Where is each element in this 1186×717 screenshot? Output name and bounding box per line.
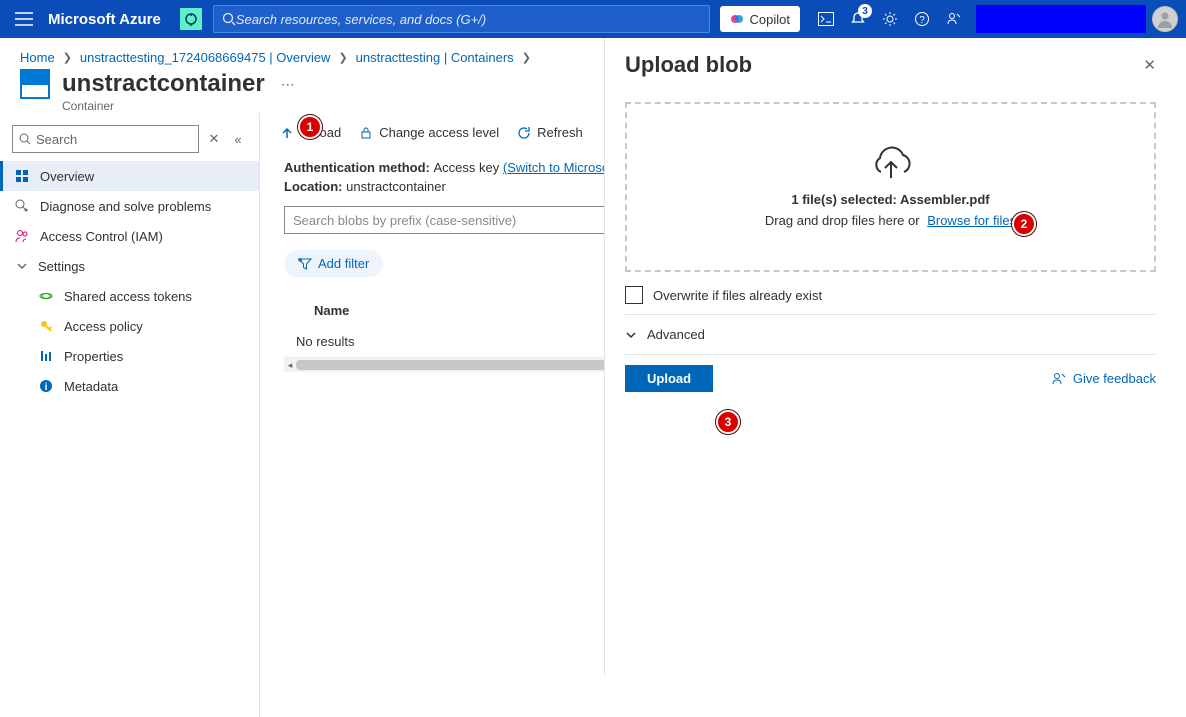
annotation-1: 1 bbox=[298, 115, 322, 139]
scroll-thumb[interactable] bbox=[296, 360, 626, 370]
nav-metadata[interactable]: i Metadata bbox=[0, 371, 259, 401]
search-icon bbox=[222, 12, 236, 26]
top-icon-tray: 3 ? bbox=[810, 0, 970, 38]
refresh-label: Refresh bbox=[537, 125, 583, 140]
svg-text:?: ? bbox=[919, 15, 925, 26]
account-redacted[interactable] bbox=[976, 5, 1146, 33]
sas-icon bbox=[38, 288, 54, 304]
location-label: Location: bbox=[284, 179, 343, 194]
crumb-containers[interactable]: unstracttesting | Containers bbox=[356, 50, 514, 65]
location-value: unstractcontainer bbox=[346, 179, 446, 194]
blob-search-placeholder: Search blobs by prefix (case-sensitive) bbox=[293, 213, 516, 228]
feedback-icon bbox=[1051, 372, 1067, 386]
overwrite-option: Overwrite if files already exist bbox=[605, 272, 1176, 314]
nav-diagnose[interactable]: Diagnose and solve problems bbox=[0, 191, 259, 221]
crumb-resource-group[interactable]: unstracttesting_1724068669475 | Overview bbox=[80, 50, 331, 65]
azure-top-bar: Microsoft Azure Copilot 3 ? bbox=[0, 0, 1186, 38]
overwrite-checkbox[interactable] bbox=[625, 286, 643, 304]
nav-policy-label: Access policy bbox=[64, 319, 143, 334]
close-panel-button[interactable]: ✕ bbox=[1143, 56, 1156, 74]
chevron-right-icon: ❯ bbox=[63, 51, 72, 64]
chevron-right-icon: ❯ bbox=[522, 51, 531, 64]
container-icon bbox=[20, 69, 50, 99]
copilot-button[interactable]: Copilot bbox=[720, 6, 800, 32]
add-filter-button[interactable]: Add filter bbox=[284, 250, 383, 277]
browse-files-link[interactable]: Browse for files bbox=[927, 213, 1016, 228]
annotation-3: 3 bbox=[716, 410, 740, 434]
dropzone-hint: Drag and drop files here or Browse for f… bbox=[765, 213, 1016, 228]
refresh-button[interactable]: Refresh bbox=[517, 125, 583, 140]
key-icon bbox=[38, 318, 54, 334]
clear-sidebar-search[interactable]: ✕ bbox=[205, 131, 223, 147]
page-title: unstractcontainer bbox=[62, 70, 265, 98]
crumb-home[interactable]: Home bbox=[20, 50, 55, 65]
chevron-right-icon: ❯ bbox=[338, 51, 347, 64]
properties-icon bbox=[38, 348, 54, 364]
upload-submit-button[interactable]: Upload bbox=[625, 365, 713, 392]
advanced-label: Advanced bbox=[647, 327, 705, 342]
sidebar: Search ✕ « Overview Diagnose and solve p… bbox=[0, 113, 260, 717]
nav-settings-label: Settings bbox=[38, 259, 85, 274]
more-actions[interactable]: ⋯ bbox=[277, 76, 299, 93]
iam-icon bbox=[14, 228, 30, 244]
overwrite-label: Overwrite if files already exist bbox=[653, 288, 822, 303]
nav-properties[interactable]: Properties bbox=[0, 341, 259, 371]
nav-iam-label: Access Control (IAM) bbox=[40, 229, 163, 244]
nav-overview[interactable]: Overview bbox=[0, 161, 259, 191]
global-search-input[interactable] bbox=[236, 12, 701, 27]
advanced-toggle[interactable]: Advanced bbox=[605, 315, 1176, 354]
feedback-icon[interactable] bbox=[938, 0, 970, 38]
search-icon bbox=[19, 133, 32, 146]
nav-settings-group[interactable]: Settings bbox=[0, 251, 259, 281]
nav-metadata-label: Metadata bbox=[64, 379, 118, 394]
overview-icon bbox=[14, 168, 30, 184]
sidebar-search[interactable]: Search bbox=[12, 125, 199, 153]
nav-policy[interactable]: Access policy bbox=[0, 311, 259, 341]
nav-properties-label: Properties bbox=[64, 349, 123, 364]
diagnose-icon bbox=[14, 198, 30, 214]
panel-title: Upload blob bbox=[625, 52, 752, 78]
nav-sas-label: Shared access tokens bbox=[64, 289, 192, 304]
chevron-down-icon bbox=[625, 329, 637, 341]
settings-icon[interactable] bbox=[874, 0, 906, 38]
give-feedback-link[interactable]: Give feedback bbox=[1051, 371, 1156, 386]
auth-value: Access key bbox=[434, 160, 500, 175]
lock-icon bbox=[359, 126, 373, 140]
files-selected-text: 1 file(s) selected: Assembler.pdf bbox=[791, 192, 989, 207]
nav-diagnose-label: Diagnose and solve problems bbox=[40, 199, 211, 214]
file-dropzone[interactable]: 1 file(s) selected: Assembler.pdf Drag a… bbox=[625, 102, 1156, 272]
upload-blob-panel: Upload blob ✕ 1 file(s) selected: Assemb… bbox=[604, 38, 1176, 676]
change-access-label: Change access level bbox=[379, 125, 499, 140]
dropzone-text: Drag and drop files here or bbox=[765, 213, 920, 228]
cloud-upload-icon bbox=[866, 146, 916, 182]
add-filter-label: Add filter bbox=[318, 256, 369, 271]
copilot-label: Copilot bbox=[750, 12, 790, 27]
hamburger-menu[interactable] bbox=[0, 12, 48, 26]
feedback-label: Give feedback bbox=[1073, 371, 1156, 386]
change-access-button[interactable]: Change access level bbox=[359, 125, 499, 140]
filter-icon bbox=[298, 258, 312, 270]
collapse-sidebar[interactable]: « bbox=[229, 132, 247, 147]
nav-sas[interactable]: Shared access tokens bbox=[0, 281, 259, 311]
info-icon: i bbox=[38, 378, 54, 394]
notifications-icon[interactable]: 3 bbox=[842, 0, 874, 38]
svg-text:i: i bbox=[45, 382, 48, 393]
sidebar-search-placeholder: Search bbox=[36, 132, 77, 147]
auth-switch-link[interactable]: (Switch to Microso bbox=[503, 160, 609, 175]
chevron-down-icon bbox=[14, 258, 30, 274]
upload-icon bbox=[280, 126, 294, 140]
user-avatar[interactable] bbox=[1152, 6, 1178, 32]
auth-label: Authentication method: bbox=[284, 160, 430, 175]
preview-badge[interactable] bbox=[179, 7, 203, 31]
nav-iam[interactable]: Access Control (IAM) bbox=[0, 221, 259, 251]
brand-label[interactable]: Microsoft Azure bbox=[48, 11, 179, 28]
cloud-shell-icon[interactable] bbox=[810, 0, 842, 38]
nav-overview-label: Overview bbox=[40, 169, 94, 184]
scroll-left-arrow[interactable]: ◂ bbox=[284, 358, 296, 372]
notification-count: 3 bbox=[858, 4, 872, 18]
global-search[interactable] bbox=[213, 5, 710, 33]
refresh-icon bbox=[517, 126, 531, 140]
annotation-2: 2 bbox=[1012, 212, 1036, 236]
help-icon[interactable]: ? bbox=[906, 0, 938, 38]
